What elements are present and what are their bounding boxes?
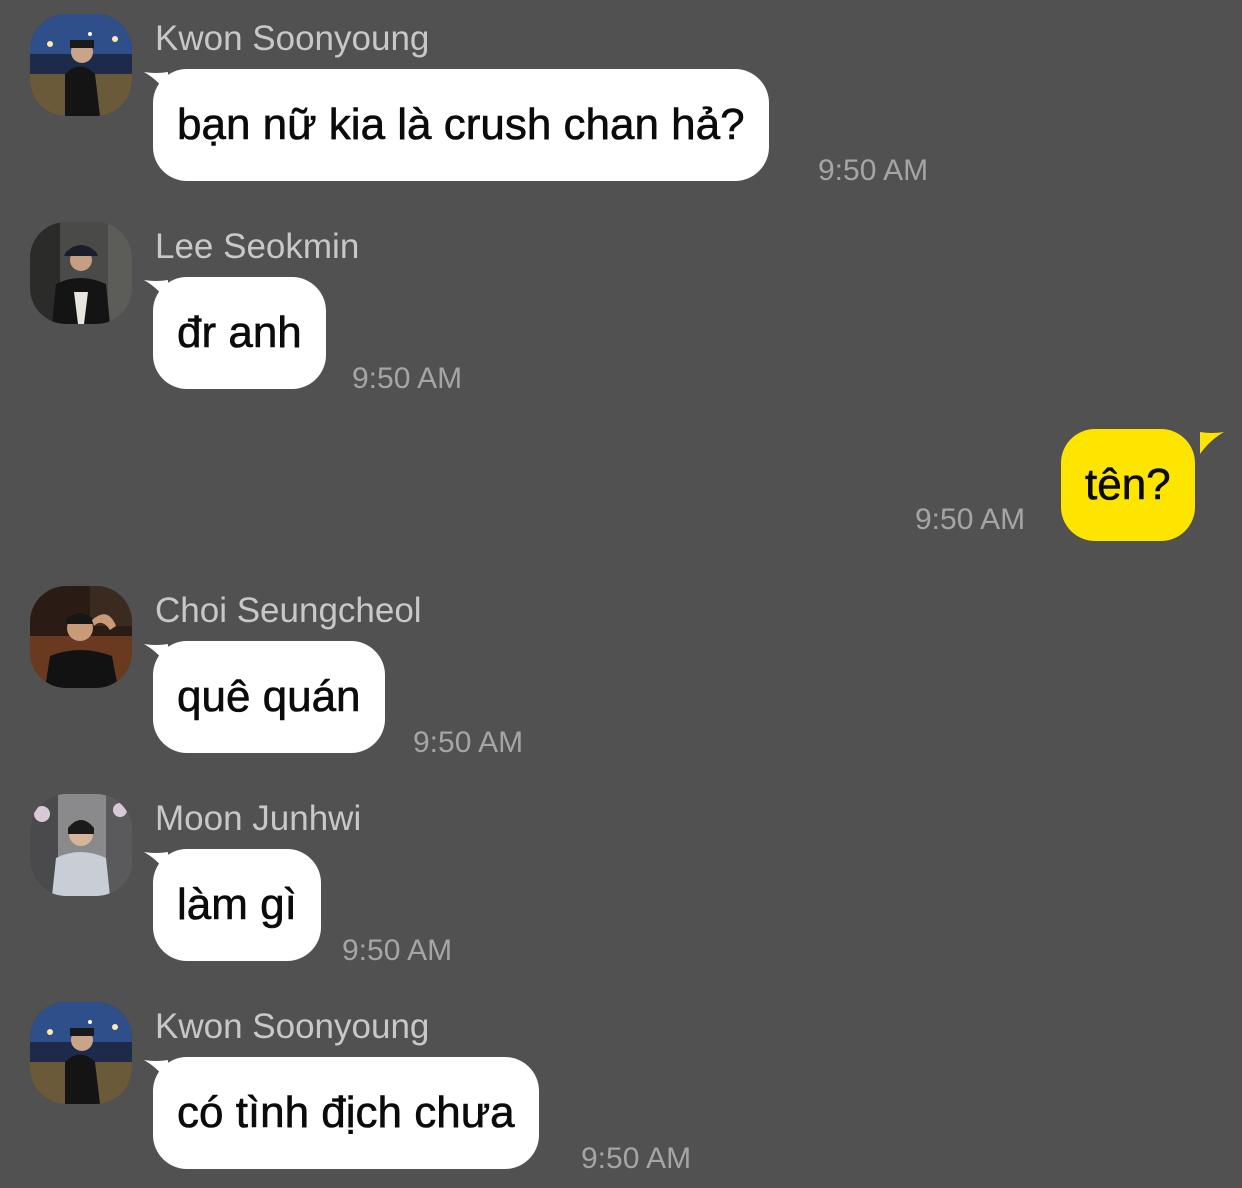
message-bubble[interactable]: đr anh (153, 277, 326, 389)
sender-name: Choi Seungcheol (155, 591, 422, 630)
avatar[interactable] (30, 794, 132, 896)
profile-photo-icon (30, 586, 132, 688)
avatar[interactable] (30, 222, 132, 324)
profile-photo-icon (30, 222, 132, 324)
message-time: 9:50 AM (581, 1142, 692, 1175)
message-bubble[interactable]: tên? (1061, 429, 1195, 541)
sender-name: Kwon Soonyoung (155, 1007, 430, 1046)
profile-photo-icon (30, 794, 132, 896)
avatar[interactable] (30, 14, 132, 116)
message-time: 9:50 AM (342, 934, 453, 967)
message-bubble[interactable]: làm gì (153, 849, 321, 961)
message-time: 9:50 AM (413, 726, 524, 759)
message-bubble[interactable]: quê quán (153, 641, 385, 753)
profile-photo-icon (30, 1002, 132, 1104)
message-time: 9:50 AM (915, 503, 1026, 536)
avatar[interactable] (30, 586, 132, 688)
avatar[interactable] (30, 1002, 132, 1104)
message-time: 9:50 AM (818, 154, 929, 187)
sender-name: Moon Junhwi (155, 799, 362, 838)
sender-name: Lee Seokmin (155, 227, 360, 266)
bubble-tail (1200, 432, 1224, 454)
message-bubble[interactable]: có tình địch chưa (153, 1057, 539, 1169)
message-bubble[interactable]: bạn nữ kia là crush chan hả? (153, 69, 769, 181)
sender-name: Kwon Soonyoung (155, 19, 430, 58)
profile-photo-icon (30, 14, 132, 116)
message-time: 9:50 AM (352, 362, 463, 395)
